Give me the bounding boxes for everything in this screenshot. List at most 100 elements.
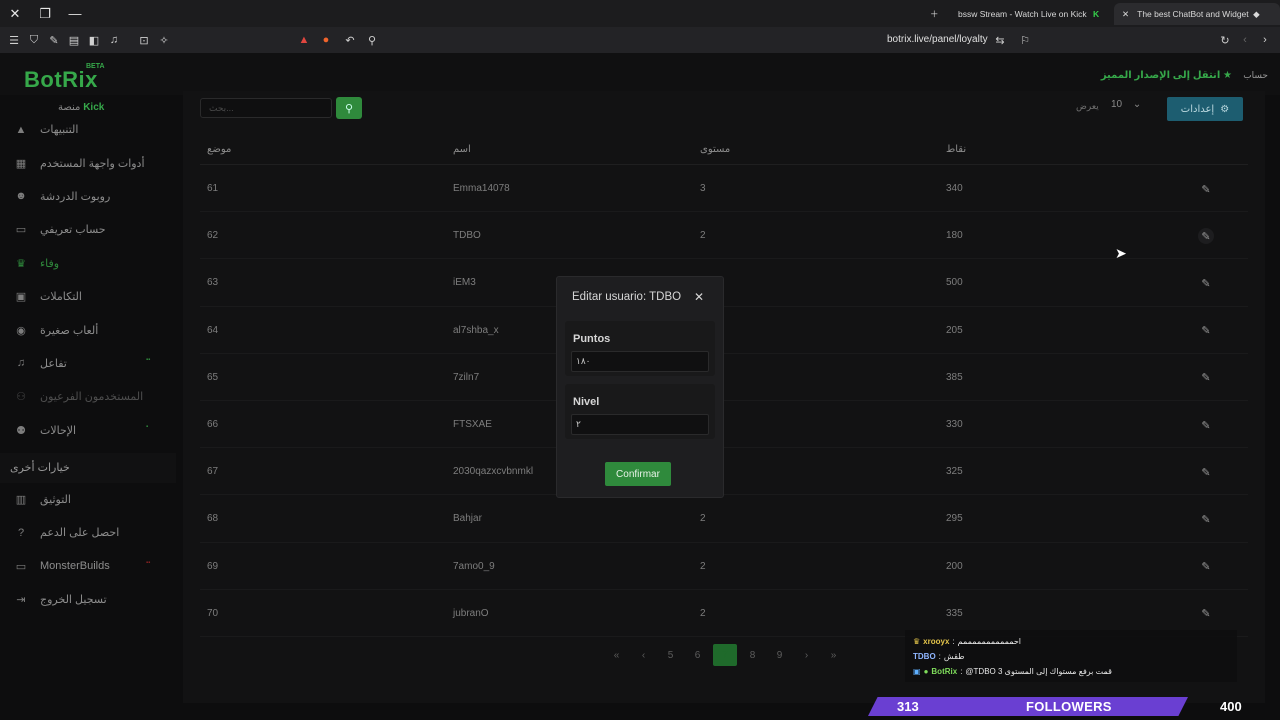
sidebar-item-docs[interactable]: ▥ التوثيق <box>0 483 176 516</box>
followers-goal: 400 <box>1220 699 1242 714</box>
edit-icon[interactable]: ✎ <box>1198 323 1214 339</box>
table-row: 64al7shba_x2205✎ <box>200 307 1248 354</box>
menu-icon[interactable]: ☰ <box>4 27 24 53</box>
bookmark-icon[interactable]: ⚐ <box>1015 27 1035 53</box>
sidebar-item-alerts[interactable]: ▲ التنبيهات <box>0 113 176 146</box>
sidebar-item-interaction[interactable]: ♫ تفاعل ▪▪ <box>0 347 176 380</box>
chat-separator: : <box>960 667 963 676</box>
trophy-icon: ♛ <box>16 257 26 270</box>
confirm-button[interactable]: Confirmar <box>605 462 671 486</box>
forward-icon[interactable]: › <box>1255 27 1275 53</box>
edit-icon[interactable]: ✎ <box>1198 417 1214 433</box>
wallet-icon[interactable]: ▤ <box>64 27 84 53</box>
settings-button[interactable]: إعدادات ⚙ <box>1167 97 1243 121</box>
beta-badge: BETA <box>86 63 105 70</box>
sidebar-item-label: التكاملات <box>40 291 82 304</box>
level-input[interactable]: ٢ <box>571 414 709 435</box>
sidebar-item-subusers[interactable]: ⚇ المستخدمون الفرعيون <box>0 380 176 413</box>
search-input[interactable]: بحث... <box>200 98 332 118</box>
edit-icon[interactable]: ✎ <box>1198 228 1214 245</box>
new-tab-icon[interactable]: ＋ <box>930 3 939 25</box>
music-player-icon[interactable]: ♫ <box>104 27 124 53</box>
extensions-icon[interactable]: ✎ <box>44 27 64 53</box>
edit-icon[interactable]: ✎ <box>1198 464 1214 480</box>
minimize-window-icon[interactable]: — <box>60 0 90 27</box>
page-link[interactable]: 6 <box>684 644 711 666</box>
points-input[interactable]: ١٨٠ <box>571 351 709 372</box>
modal-title: Editar usuario: TDBO <box>572 291 682 303</box>
users-icon: ⚇ <box>16 391 26 404</box>
edit-icon[interactable]: ✎ <box>1198 606 1214 622</box>
edit-icon[interactable]: ✎ <box>1198 559 1214 575</box>
first-page-icon[interactable]: « <box>603 644 630 666</box>
column-header-rank[interactable]: موضع <box>207 144 231 155</box>
close-icon[interactable]: ✕ <box>694 290 704 304</box>
brave-rewards-icon[interactable]: ▲ <box>294 27 314 53</box>
sidebar-item-logout[interactable]: ⇥ تسجيل الخروج <box>0 583 176 616</box>
show-label: يعرض <box>1076 101 1099 111</box>
premium-link[interactable]: انتقل إلى الإصدار المميز ★ <box>1101 70 1232 81</box>
tab-title: The best ChatBot and Widgets f... <box>1137 9 1249 19</box>
cell-rank: 63 <box>207 277 219 289</box>
music-icon: ♫ <box>16 357 26 370</box>
account-menu[interactable]: حساب <box>1243 70 1268 81</box>
monitor-icon: ▭ <box>15 560 27 573</box>
tab-close-icon[interactable]: ✕ <box>1122 9 1129 20</box>
edit-icon[interactable]: ✎ <box>1198 370 1214 386</box>
back-icon[interactable]: ‹ <box>1235 27 1255 53</box>
sidebar-item-minigames[interactable]: ◉ ألعاب صغيرة <box>0 313 176 346</box>
address-bar[interactable]: botrix.live/panel/loyalty <box>887 34 988 45</box>
reload-icon[interactable]: ↻ <box>1215 27 1235 53</box>
column-header-name[interactable]: اسم <box>453 144 471 155</box>
search-button[interactable]: ⚲ <box>336 97 362 119</box>
chat-message: TDBO : طقش <box>905 649 1237 664</box>
translate-icon[interactable]: ⚲ <box>362 27 382 53</box>
sidebar-item-support[interactable]: ? احصل على الدعم <box>0 516 176 549</box>
column-header-level[interactable]: مستوى <box>700 144 730 155</box>
points-label: Puntos <box>573 333 611 345</box>
restore-window-icon[interactable]: ❐ <box>30 0 60 27</box>
next-page-icon[interactable]: › <box>793 644 820 666</box>
cell-name: iEM3 <box>453 277 476 289</box>
tab-kick-stream[interactable]: bssw Stream - Watch Live on Kick <box>958 3 1087 25</box>
edit-icon[interactable]: ✎ <box>1198 511 1214 527</box>
sidebar-item-profile[interactable]: ▭ حساب تعريفي <box>0 213 176 246</box>
table-row: 61 Emma14078 3 340 ✎ <box>200 165 1248 213</box>
edit-icon[interactable]: ✎ <box>1198 275 1214 291</box>
sidebar-item-referrals[interactable]: ⚉ الإحالات ▪ <box>0 414 176 447</box>
sidebar-item-label: وفاء <box>40 257 60 270</box>
page-link[interactable]: 5 <box>657 644 684 666</box>
site-settings-icon[interactable]: ⇆ <box>990 27 1010 53</box>
sidebar-item-monsterbuilds[interactable]: ▭ MonsterBuilds ▪▪ <box>0 550 176 583</box>
screenshot-icon[interactable]: ⊡ <box>134 27 154 53</box>
gamepad-icon: ◉ <box>16 324 26 337</box>
cell-name: Emma14078 <box>453 183 510 194</box>
page-link[interactable]: 8 <box>739 644 766 666</box>
sidebar-item-chatbot[interactable]: ☻ روبوت الدردشة <box>0 180 176 213</box>
botrix-logo[interactable]: BotRix <box>24 67 98 93</box>
table-header: موضع اسم مستوى نقاط <box>200 135 1248 165</box>
followers-label: FOLLOWERS <box>1026 699 1112 714</box>
book-icon: ▥ <box>15 494 27 507</box>
sidebar-item-integrations[interactable]: ▣ التكاملات <box>0 280 176 313</box>
shield-icon[interactable]: ⛉ <box>24 27 44 53</box>
new-badge: ▪▪ <box>146 559 151 566</box>
brave-shield-icon[interactable]: ● <box>316 27 336 53</box>
cell-rank: 64 <box>207 324 219 336</box>
edit-icon[interactable]: ✎ <box>1198 181 1214 197</box>
column-header-points[interactable]: نقاط <box>946 144 966 155</box>
tab-botrix[interactable]: ✕ The best ChatBot and Widgets f... ◆ <box>1114 3 1280 25</box>
prev-page-icon[interactable]: ‹ <box>630 644 657 666</box>
last-page-icon[interactable]: » <box>820 644 847 666</box>
close-window-icon[interactable]: ✕ <box>0 0 30 27</box>
cell-level: 2 <box>700 230 706 242</box>
sidebar-item-widgets[interactable]: ▦ أدوات واجهة المستخدم <box>0 146 176 179</box>
page-link[interactable]: 9 <box>766 644 793 666</box>
sidebar-icon[interactable]: ◧ <box>84 27 104 53</box>
undo-icon[interactable]: ↶ <box>340 27 360 53</box>
per-page-select[interactable]: 10 ⌄ <box>1111 99 1141 110</box>
sidebar-item-loyalty[interactable]: ♛ وفاء <box>0 247 176 280</box>
puzzle-icon[interactable]: ✧ <box>154 27 174 53</box>
page-link-active[interactable]: 7 <box>713 644 737 666</box>
platform-label: منصة Kick <box>58 102 104 113</box>
